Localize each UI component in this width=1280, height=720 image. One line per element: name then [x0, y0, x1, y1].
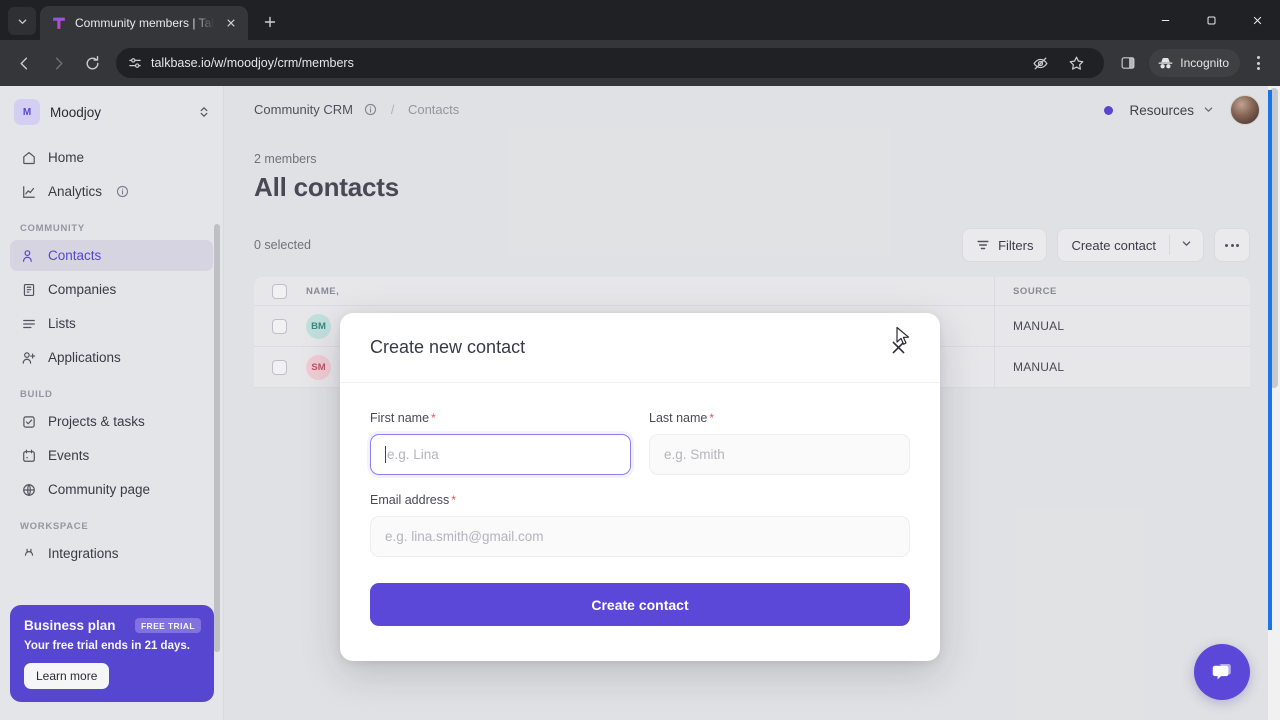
tracking-protection-button[interactable] [1024, 47, 1056, 79]
email-placeholder: e.g. lina.smith@gmail.com [385, 529, 544, 544]
kebab-menu-icon [1256, 56, 1260, 59]
modal-title: Create new contact [370, 337, 526, 357]
arrow-left-icon [19, 57, 27, 69]
star-icon [1069, 56, 1084, 70]
first-name-placeholder: e.g. Lina [387, 447, 439, 462]
kebab-menu-icon [1256, 67, 1260, 70]
last-name-label: Last name * [649, 411, 910, 425]
last-name-label-text: Last name [649, 411, 708, 425]
talkbase-logo-icon [51, 15, 67, 31]
required-marker: * [709, 411, 715, 425]
tab-title: Community members | Talkbase [75, 16, 214, 30]
minimize-button[interactable] [1142, 0, 1188, 40]
page-viewport: M Moodjoy Home Analytics COMMUNITY Conta… [0, 86, 1280, 720]
incognito-label: Incognito [1180, 56, 1229, 70]
incognito-icon [1158, 57, 1173, 68]
modal-header: Create new contact [340, 313, 940, 383]
arrow-right-icon [55, 57, 63, 69]
reload-button[interactable] [76, 47, 108, 79]
create-contact-modal: Create new contact First name * e.g. Lina [340, 313, 940, 661]
bookmark-button[interactable] [1060, 47, 1092, 79]
first-name-label-text: First name [370, 411, 430, 425]
chat-launcher-button[interactable] [1194, 644, 1250, 700]
address-bar[interactable]: talkbase.io/w/moodjoy/crm/members [116, 47, 1105, 79]
eye-off-icon [1033, 57, 1048, 69]
last-name-field-group: Last name * e.g. Smith [649, 411, 910, 475]
email-input[interactable]: e.g. lina.smith@gmail.com [370, 516, 910, 557]
tab-close-button[interactable] [222, 14, 240, 32]
window-controls [1142, 0, 1280, 40]
mouse-cursor [895, 326, 913, 353]
browser-tab[interactable]: Community members | Talkbase [40, 6, 248, 40]
required-marker: * [451, 493, 456, 507]
new-tab-button[interactable] [256, 8, 284, 36]
minimize-icon [1161, 19, 1169, 21]
tune-icon[interactable] [128, 56, 142, 70]
maximize-icon [1207, 16, 1215, 24]
plus-icon [264, 16, 276, 28]
browser-menu-button[interactable] [1244, 49, 1272, 77]
email-label-text: Email address [370, 493, 450, 507]
tab-search-button[interactable] [8, 7, 36, 35]
kebab-menu-icon [1256, 61, 1260, 65]
name-fields-row: First name * e.g. Lina Last name * e.g. Sm… [370, 411, 910, 475]
omnibox-actions [1024, 47, 1092, 79]
close-icon [227, 19, 235, 27]
last-name-input[interactable]: e.g. Smith [649, 434, 910, 475]
chevron-down-icon [18, 18, 26, 24]
url-text[interactable]: talkbase.io/w/moodjoy/crm/members [151, 56, 1015, 70]
modal-body: First name * e.g. Lina Last name * e.g. Sm… [340, 383, 940, 626]
first-name-field-group: First name * e.g. Lina [370, 411, 631, 475]
browser-toolbar: talkbase.io/w/moodjoy/crm/members Incogn… [0, 40, 1280, 86]
submit-create-contact-button[interactable]: Create contact [370, 583, 910, 626]
email-field-group: Email address * e.g. lina.smith@gmail.com [370, 493, 910, 557]
split-view-button[interactable] [1112, 47, 1144, 79]
required-marker: * [431, 411, 436, 425]
maximize-button[interactable] [1188, 0, 1234, 40]
incognito-indicator[interactable]: Incognito [1149, 49, 1240, 77]
first-name-label: First name * [370, 411, 631, 425]
text-caret [385, 446, 386, 463]
side-panel-icon [1121, 57, 1135, 69]
chat-bubble-icon [1212, 663, 1231, 679]
back-button[interactable] [8, 47, 40, 79]
email-label: Email address * [370, 493, 910, 507]
reload-icon [86, 55, 98, 69]
close-icon [1253, 16, 1261, 24]
first-name-input[interactable]: e.g. Lina [370, 434, 631, 475]
window-close-button[interactable] [1234, 0, 1280, 40]
page-focus-ring [1268, 90, 1272, 630]
tab-strip: Community members | Talkbase [0, 0, 1280, 40]
cursor-arrow-icon [896, 326, 910, 345]
forward-button[interactable] [42, 47, 74, 79]
last-name-placeholder: e.g. Smith [664, 447, 725, 462]
browser-window: Community members | Talkbase [0, 0, 1280, 720]
